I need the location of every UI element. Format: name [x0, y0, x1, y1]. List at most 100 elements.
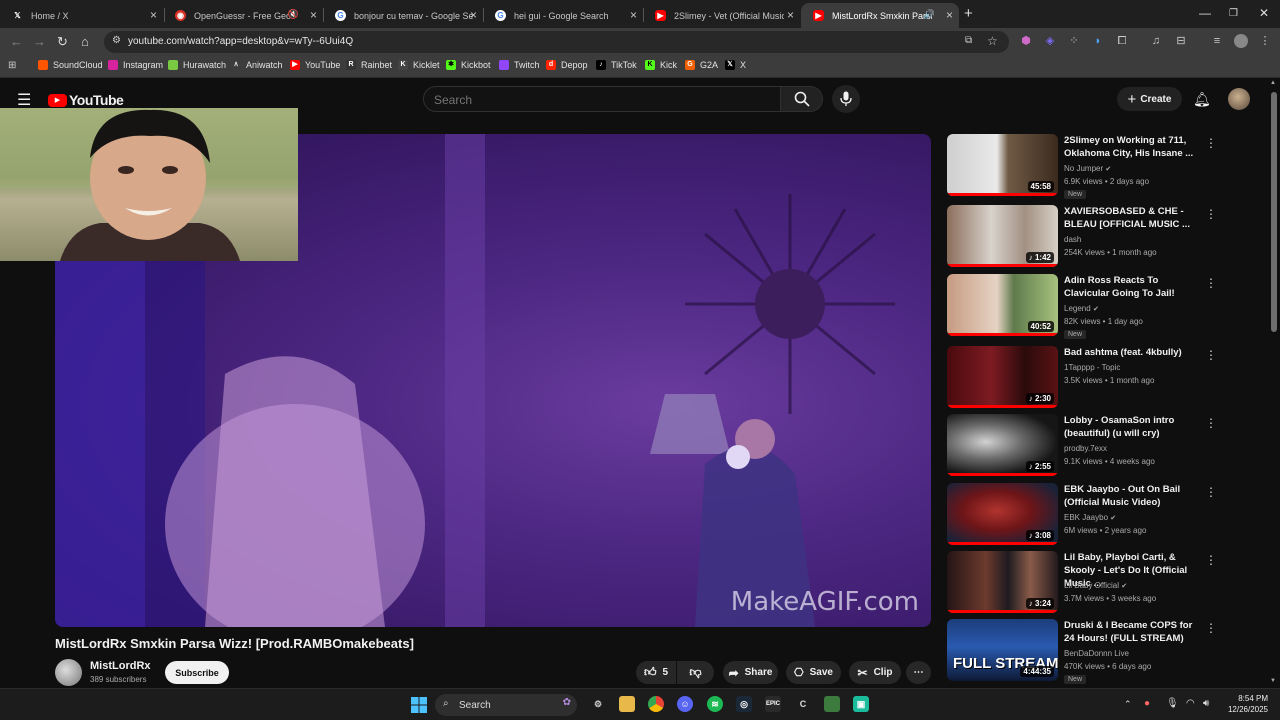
recommendation-channel[interactable]: dash	[1064, 235, 1081, 244]
site-info-icon[interactable]: ⚙	[112, 35, 121, 46]
more-vertical-icon[interactable]: ⋮	[1205, 207, 1217, 221]
tray-app-icon[interactable]: ●	[1144, 698, 1150, 709]
profile-avatar-icon[interactable]	[1234, 34, 1248, 48]
scroll-up-icon[interactable]: ▲	[1270, 80, 1276, 86]
recommendation-item[interactable]: 40:52 Adin Ross Reacts To Clavicular Goi…	[947, 274, 1247, 339]
account-avatar[interactable]	[1228, 88, 1250, 110]
video-thumbnail[interactable]: ♪ 2:55	[947, 414, 1058, 476]
hamburger-menu-icon[interactable]: ☰	[17, 90, 31, 110]
more-vertical-icon[interactable]: ⋮	[1205, 485, 1217, 499]
close-tab-icon[interactable]: ×	[946, 8, 953, 22]
more-vertical-icon[interactable]: ⋮	[1205, 621, 1217, 635]
chrome-icon[interactable]	[648, 696, 664, 712]
search-button[interactable]	[781, 86, 823, 112]
settings-gear-icon[interactable]: ⚙	[590, 696, 606, 712]
close-tab-icon[interactable]: ×	[150, 8, 157, 22]
discord-icon[interactable]: ☺	[677, 696, 693, 712]
bookmark-tiktok[interactable]: ♪ TikTok	[596, 60, 637, 70]
media-control-icon[interactable]: ♫	[1149, 34, 1163, 48]
recommendation-title[interactable]: Adin Ross Reacts To Clavicular Going To …	[1064, 274, 1204, 300]
recommendation-channel[interactable]: No Jumper ✔	[1064, 164, 1111, 173]
channel-avatar[interactable]	[55, 659, 82, 686]
video-thumbnail[interactable]: ♪ 2:30	[947, 346, 1058, 408]
recommendation-item[interactable]: ♪ 2:55 Lobby - OsamaSon intro (beautiful…	[947, 414, 1247, 478]
android-studio-icon[interactable]: ▣	[853, 696, 869, 712]
video-thumbnail[interactable]: ♪ 3:24	[947, 551, 1058, 613]
clip-button[interactable]: ✂ Clip	[849, 661, 901, 684]
new-tab-icon[interactable]: +	[964, 5, 973, 22]
notifications-bell-icon[interactable]: 🔔︎	[1193, 91, 1211, 108]
bookmark-twitch[interactable]: Twitch	[499, 60, 540, 70]
volume-icon[interactable]: 🔊︎	[1203, 698, 1209, 709]
tab-2slimey[interactable]: ▶ 2Slimey - Vet (Official Music Video) ×	[643, 3, 800, 28]
video-thumbnail[interactable]: 45:58	[947, 134, 1058, 196]
extensions-puzzle-icon[interactable]: ⧠	[1115, 34, 1129, 48]
recommendation-channel[interactable]: EBK Jaaybo ✔	[1064, 513, 1116, 522]
bookmark-instagram[interactable]: Instagram	[108, 60, 163, 70]
video-thumbnail[interactable]: ♪ 1:42	[947, 205, 1058, 267]
save-button[interactable]: ⎔ Save	[786, 661, 841, 684]
recommendation-title[interactable]: 2Slimey on Working at 711, Oklahoma City…	[1064, 134, 1204, 160]
bookmark-kick[interactable]: K Kick	[645, 60, 677, 70]
system-clock[interactable]: 8:54 PM 12/26/2025	[1222, 693, 1268, 715]
file-explorer-icon[interactable]	[619, 696, 635, 712]
minimize-icon[interactable]: —	[1199, 6, 1211, 20]
video-thumbnail[interactable]: FULL STREAM 4:44:35	[947, 619, 1058, 681]
home-icon[interactable]: ⌂	[81, 34, 89, 49]
minecraft-icon[interactable]	[824, 696, 840, 712]
bookmark-g2a[interactable]: G G2A	[685, 60, 718, 70]
windows-start-icon[interactable]	[411, 697, 427, 713]
bookmark-depop[interactable]: d Depop	[546, 60, 588, 70]
tab-openguessr[interactable]: ◉ OpenGuessr - Free GeoGuessr 🔇 ×	[163, 3, 323, 28]
close-tab-icon[interactable]: ×	[470, 8, 477, 22]
close-tab-icon[interactable]: ×	[310, 8, 317, 22]
recommendation-item[interactable]: ♪ 2:30 Bad ashtma (feat. 4kbully) 1Tappp…	[947, 346, 1247, 410]
search-input[interactable]	[434, 93, 764, 107]
share-button[interactable]: ➦ Share	[723, 661, 778, 684]
page-scrollbar[interactable]: ▲ ▼	[1268, 80, 1280, 688]
extension-vpn-icon[interactable]: ◈	[1043, 34, 1057, 48]
bookmark-rainbet[interactable]: R Rainbet	[346, 60, 392, 70]
youtube-logo[interactable]: ▶ YouTube	[48, 92, 124, 108]
recommendation-title[interactable]: XAVIERSOBASED & CHE - BLEAU [OFFICIAL MU…	[1064, 205, 1204, 231]
recommendation-item[interactable]: ♪ 3:08 EBK Jaaybo - Out On Bail (Officia…	[947, 483, 1247, 547]
close-tab-icon[interactable]: ×	[787, 8, 794, 22]
recommendation-item[interactable]: ♪ 1:42 XAVIERSOBASED & CHE - BLEAU [OFFI…	[947, 205, 1247, 269]
taskbar-search[interactable]: ⌕ Search ✿	[435, 694, 577, 716]
recommendation-title[interactable]: Druski & I Became COPS for 24 Hours! (FU…	[1064, 619, 1204, 645]
url-text[interactable]: youtube.com/watch?app=desktop&v=wTy--6Uu…	[128, 36, 353, 47]
recommendation-item[interactable]: 45:58 2Slimey on Working at 711, Oklahom…	[947, 134, 1247, 199]
more-vertical-icon[interactable]: ⋮	[1205, 276, 1217, 290]
muted-speaker-icon[interactable]: 🔇	[288, 9, 299, 20]
bookmark-soundcloud[interactable]: SoundCloud	[38, 60, 103, 70]
recommendation-channel[interactable]: BenDaDonnn Live	[1064, 649, 1129, 658]
bookmark-aniwatch[interactable]: ∧ Aniwatch	[231, 60, 282, 70]
bookmark-kicklet[interactable]: K Kicklet	[398, 60, 440, 70]
tab-search-icon[interactable]: ⊟	[1174, 34, 1188, 48]
recommendation-item[interactable]: ♪ 3:24 Lil Baby, Playboi Carti, & Skooly…	[947, 551, 1247, 615]
tab-google-hei[interactable]: G hei gui - Google Search ×	[483, 3, 643, 28]
recommendation-item[interactable]: FULL STREAM 4:44:35 Druski & I Became CO…	[947, 619, 1247, 684]
app-c-icon[interactable]: C	[795, 696, 811, 712]
back-icon[interactable]: ←	[10, 34, 23, 49]
address-bar[interactable]: ⚙ youtube.com/watch?app=desktop&v=wTy--6…	[104, 31, 1009, 53]
recommendation-channel[interactable]: Lil Baby Official ✔	[1064, 581, 1127, 590]
tab-mistlordrx-active[interactable]: ▶ MistLordRx Smxkin Parsa Wizz 🔊 ×	[801, 3, 959, 28]
show-hidden-icons[interactable]: ⌃	[1124, 699, 1132, 710]
channel-name[interactable]: MistLordRx	[90, 660, 151, 672]
spotify-icon[interactable]: ≋	[707, 696, 723, 712]
epic-games-icon[interactable]: EPIC	[765, 696, 781, 712]
apps-grid-icon[interactable]: ⊞	[8, 60, 16, 71]
forward-icon[interactable]: →	[33, 34, 46, 49]
video-thumbnail[interactable]: ♪ 3:08	[947, 483, 1058, 545]
tab-home-x[interactable]: 𝕏 Home / X ×	[0, 3, 163, 28]
steam-icon[interactable]: ◎	[736, 696, 752, 712]
like-button[interactable]: 👍︎ 5	[636, 661, 676, 684]
recommendation-channel[interactable]: Legend ✔	[1064, 304, 1099, 313]
more-actions-button[interactable]: ⋯	[906, 661, 931, 684]
subscribe-button[interactable]: Subscribe	[165, 661, 229, 684]
bookmark-kickbot[interactable]: ✱ Kickbot	[446, 60, 491, 70]
reading-list-icon[interactable]: ≡	[1210, 34, 1224, 48]
search-box[interactable]	[423, 86, 781, 112]
voice-search-button[interactable]	[832, 85, 860, 113]
